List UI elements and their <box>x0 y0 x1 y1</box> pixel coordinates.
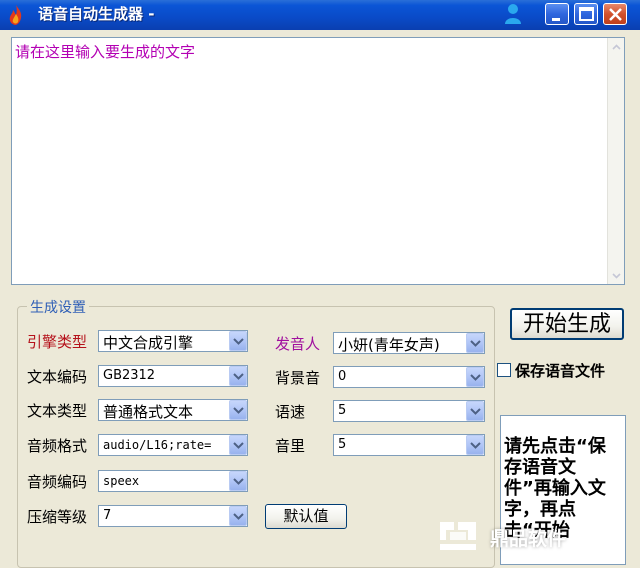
dropdown-button[interactable] <box>229 331 247 351</box>
input-prompt-text: 请在这里输入要生成的文字 <box>15 43 196 61</box>
volume-value: 5 <box>338 437 347 452</box>
speaker-select[interactable]: 小妍(青年女声) <box>333 332 485 354</box>
default-values-button[interactable]: 默认值 <box>265 504 347 529</box>
watermark: 鼎品软件 <box>436 510 640 564</box>
audio-format-value: audio/L16;rate= <box>103 438 212 452</box>
compression-level-select[interactable]: 7 <box>98 505 248 527</box>
dropdown-button[interactable] <box>229 471 247 491</box>
background-sound-value: 0 <box>338 369 347 384</box>
minimize-button[interactable] <box>545 3 569 25</box>
dropdown-button[interactable] <box>466 435 484 455</box>
chevron-down-icon <box>233 478 244 485</box>
settings-group-title: 生成设置 <box>27 297 89 317</box>
chevron-down-icon <box>233 373 244 380</box>
dropdown-button[interactable] <box>466 401 484 421</box>
save-audio-checkbox[interactable] <box>497 363 511 377</box>
close-icon <box>609 8 622 21</box>
text-input-area[interactable]: 请在这里输入要生成的文字 <box>11 37 625 285</box>
audio-format-label: 音频格式 <box>27 437 88 455</box>
text-encoding-value: GB2312 <box>103 368 156 383</box>
speed-label: 语速 <box>275 403 306 421</box>
vertical-scrollbar[interactable] <box>607 38 624 284</box>
chevron-down-icon <box>233 442 244 449</box>
scroll-down-button[interactable] <box>608 267 625 284</box>
chevron-down-icon <box>470 442 481 449</box>
text-type-value: 普通格式文本 <box>103 403 194 421</box>
chevron-up-icon <box>612 43 621 50</box>
speed-value: 5 <box>338 403 347 418</box>
scroll-up-button[interactable] <box>608 38 625 55</box>
text-type-label: 文本类型 <box>27 402 88 420</box>
speaker-label: 发音人 <box>275 335 321 353</box>
person-icon[interactable] <box>503 2 523 26</box>
maximize-icon <box>579 7 594 21</box>
background-sound-select[interactable]: 0 <box>333 366 485 388</box>
chevron-down-icon <box>470 340 481 347</box>
chevron-down-icon <box>233 513 244 520</box>
speed-select[interactable]: 5 <box>333 400 485 422</box>
minimize-icon <box>552 18 560 21</box>
watermark-text: 鼎品软件 <box>490 527 567 550</box>
logo-icon <box>436 516 480 558</box>
maximize-button[interactable] <box>574 3 598 25</box>
chevron-down-icon <box>233 407 244 414</box>
background-sound-label: 背景音 <box>275 369 321 387</box>
text-encoding-label: 文本编码 <box>27 368 88 386</box>
window-title: 语音自动生成器 - <box>38 5 155 23</box>
engine-type-select[interactable]: 中文合成引擎 <box>98 330 248 352</box>
close-button[interactable] <box>603 3 627 25</box>
fire-icon <box>6 4 26 26</box>
text-type-select[interactable]: 普通格式文本 <box>98 399 248 421</box>
chevron-down-icon <box>470 374 481 381</box>
engine-type-value: 中文合成引擎 <box>103 334 194 352</box>
audio-codec-label: 音频编码 <box>27 473 88 491</box>
compression-level-label: 压缩等级 <box>27 508 88 526</box>
compression-level-value: 7 <box>103 508 112 523</box>
audio-codec-select[interactable]: speex <box>98 470 248 492</box>
title-bar[interactable]: 语音自动生成器 - <box>0 0 640 30</box>
chevron-down-icon <box>470 408 481 415</box>
start-generate-button[interactable]: 开始生成 <box>510 308 624 340</box>
dropdown-button[interactable] <box>466 333 484 353</box>
dropdown-button[interactable] <box>229 435 247 455</box>
dropdown-button[interactable] <box>229 400 247 420</box>
volume-select[interactable]: 5 <box>333 434 485 456</box>
dropdown-button[interactable] <box>229 506 247 526</box>
audio-codec-value: speex <box>103 474 140 488</box>
dropdown-button[interactable] <box>229 366 247 386</box>
speaker-value: 小妍(青年女声) <box>338 336 440 354</box>
engine-type-label: 引擎类型 <box>27 333 88 351</box>
text-encoding-select[interactable]: GB2312 <box>98 365 248 387</box>
save-audio-label[interactable]: 保存语音文件 <box>515 360 605 381</box>
dropdown-button[interactable] <box>466 367 484 387</box>
audio-format-select[interactable]: audio/L16;rate= <box>98 434 248 456</box>
volume-label: 音里 <box>275 437 306 455</box>
chevron-down-icon <box>612 272 621 279</box>
chevron-down-icon <box>233 338 244 345</box>
